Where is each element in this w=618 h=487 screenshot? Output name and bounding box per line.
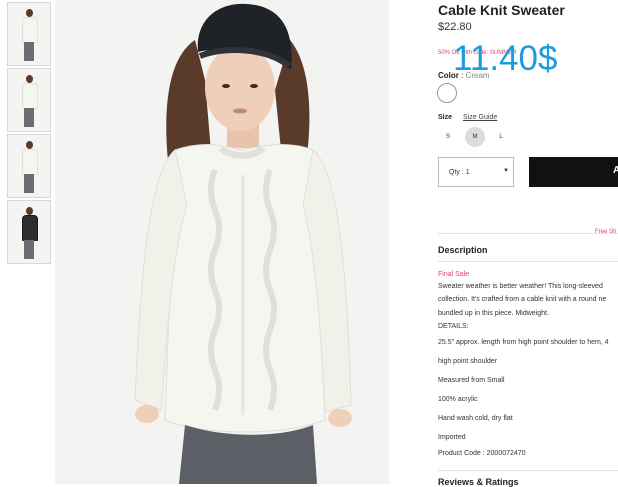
reviews-title[interactable]: Reviews & Ratings bbox=[438, 477, 519, 487]
color-value: Cream bbox=[465, 71, 490, 80]
thumbnail-front[interactable] bbox=[7, 2, 51, 66]
size-guide-link[interactable]: Size Guide bbox=[463, 114, 497, 121]
divider bbox=[438, 261, 618, 262]
size-option-l[interactable]: L bbox=[491, 127, 511, 147]
divider bbox=[438, 233, 618, 234]
size-option-s[interactable]: S bbox=[438, 127, 458, 147]
description-line: DETAILS: bbox=[438, 323, 469, 330]
description-line: Measured from Small bbox=[438, 377, 505, 384]
product-code: Product Code : 2000072470 bbox=[438, 450, 526, 457]
description-line: Hand wash cold, dry flat bbox=[438, 415, 513, 422]
chevron-down-icon: ▼ bbox=[503, 168, 509, 174]
description-line: collection. It's crafted from a cable kn… bbox=[438, 296, 607, 303]
color-swatch-cream[interactable] bbox=[437, 83, 457, 103]
thumbnail-jacket[interactable] bbox=[7, 200, 51, 264]
divider bbox=[438, 470, 618, 471]
description-line: bundled up in this piece. Midweight. bbox=[438, 310, 549, 317]
size-option-m[interactable]: M bbox=[465, 127, 485, 147]
final-sale-label: Final Sale bbox=[438, 271, 470, 278]
color-label: Color bbox=[438, 71, 459, 80]
thumbnail-back[interactable] bbox=[7, 134, 51, 198]
add-to-bag-button[interactable]: A bbox=[529, 157, 618, 187]
description-title: Description bbox=[438, 245, 488, 255]
main-product-image[interactable] bbox=[55, 0, 389, 484]
product-title: Cable Knit Sweater bbox=[438, 2, 565, 18]
quantity-select[interactable]: Qty : 1 ▼ bbox=[438, 157, 514, 187]
product-price: $22.80 bbox=[438, 21, 472, 33]
color-row: Color : Cream bbox=[438, 71, 490, 80]
free-shipping-link[interactable]: Free Sh bbox=[595, 229, 616, 235]
size-label: Size bbox=[438, 114, 453, 121]
description-line: 100% acrylic bbox=[438, 396, 478, 403]
description-line: high point shoulder bbox=[438, 358, 498, 365]
thumbnail-side[interactable] bbox=[7, 68, 51, 132]
description-line: 25.5" approx. length from high point sho… bbox=[438, 339, 609, 346]
quantity-value: Qty : 1 bbox=[449, 169, 470, 176]
description-line: Sweater weather is better weather! This … bbox=[438, 283, 603, 290]
description-line: Imported bbox=[438, 434, 466, 441]
